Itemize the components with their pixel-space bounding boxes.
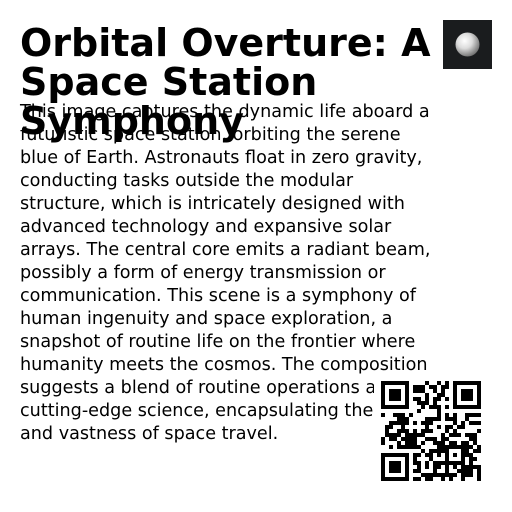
qr-code: [374, 374, 488, 488]
qr-code-icon: [381, 381, 481, 481]
thumbnail-image: [443, 20, 492, 69]
moon-sphere-icon: [443, 20, 492, 69]
